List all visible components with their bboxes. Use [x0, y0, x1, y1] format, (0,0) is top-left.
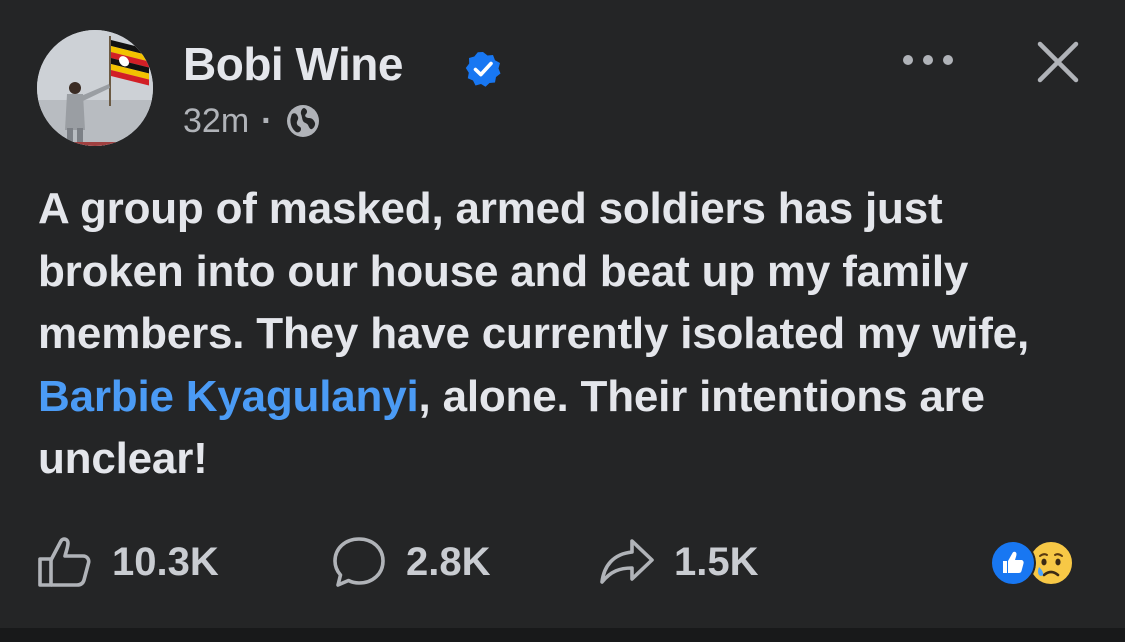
- share-button[interactable]: 1.5K: [598, 532, 759, 592]
- bottom-divider: [0, 628, 1125, 642]
- share-count: 1.5K: [674, 539, 759, 584]
- close-icon[interactable]: [1030, 34, 1086, 90]
- comment-count: 2.8K: [406, 539, 491, 584]
- action-bar: 10.3K 2.8K 1.5K: [0, 532, 1125, 592]
- verified-badge-icon: [465, 52, 501, 87]
- like-count: 10.3K: [112, 539, 219, 584]
- globe-icon: [287, 105, 320, 137]
- post-card: Bobi Wine 32m · A group of masked, armed…: [0, 0, 1125, 628]
- more-options-button[interactable]: [898, 38, 958, 82]
- post-text-part-1: A group of masked, armed soldiers has ju…: [38, 184, 1029, 358]
- share-icon: [600, 539, 654, 584]
- post-text: A group of masked, armed soldiers has ju…: [38, 178, 1098, 491]
- post-meta: 32m ·: [183, 99, 322, 143]
- author-avatar[interactable]: [37, 30, 153, 146]
- thumbs-up-icon: [38, 537, 91, 587]
- ellipsis-icon: [903, 55, 953, 65]
- like-reaction-icon: [990, 540, 1036, 586]
- mention-link[interactable]: Barbie Kyagulanyi: [38, 372, 419, 421]
- comment-button[interactable]: 2.8K: [330, 532, 491, 592]
- meta-separator: ·: [261, 101, 273, 140]
- reaction-summary[interactable]: [988, 540, 1092, 588]
- author-name[interactable]: Bobi Wine: [183, 38, 403, 90]
- like-button[interactable]: 10.3K: [36, 532, 219, 592]
- avatar-photo-icon: [37, 30, 153, 146]
- post-timestamp[interactable]: 32m: [183, 102, 249, 141]
- comment-icon: [333, 537, 385, 587]
